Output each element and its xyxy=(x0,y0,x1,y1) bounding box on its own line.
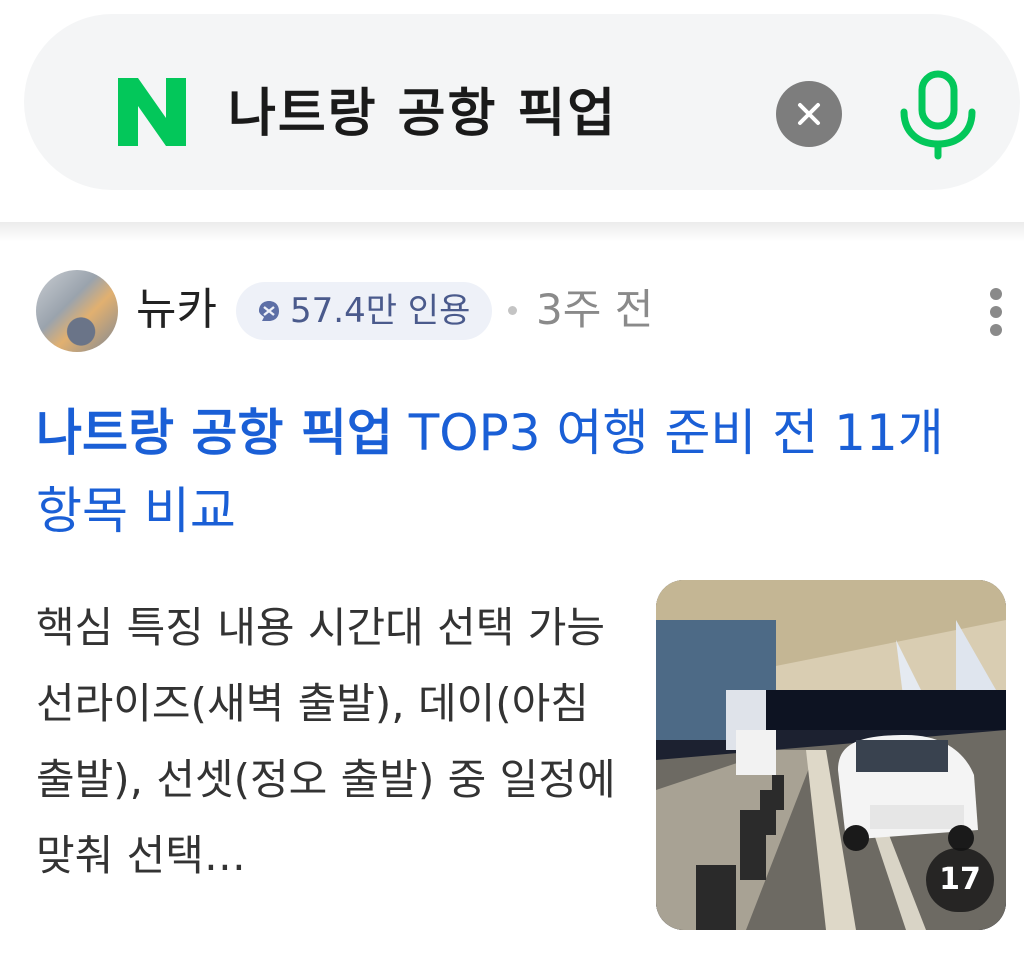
clear-search-button[interactable] xyxy=(776,81,842,147)
voice-search-button[interactable] xyxy=(896,70,980,160)
search-header: 나트랑 공항 픽업 xyxy=(0,0,1024,222)
post-title-link[interactable]: 나트랑 공항 픽업 TOP3 여행 준비 전 11개 항목 비교 xyxy=(36,394,976,550)
title-highlight: 나트랑 공항 픽업 xyxy=(36,404,393,462)
post-time: 3주 전 xyxy=(536,285,654,334)
search-bar[interactable]: 나트랑 공항 픽업 xyxy=(24,14,1020,190)
avatar[interactable] xyxy=(36,270,118,352)
image-count-badge: 17 xyxy=(926,848,994,912)
more-vertical-icon xyxy=(990,288,1002,300)
citation-count: 57.4만 인용 xyxy=(290,291,471,331)
header-divider xyxy=(0,222,1024,242)
author-row: 뉴카 57.4만 인용 3주 전 xyxy=(36,270,1002,352)
post-description[interactable]: 핵심 특징 내용 시간대 선택 가능 선라이즈(새벽 출발), 데이(아침 출발… xyxy=(36,590,616,894)
close-icon xyxy=(798,103,820,125)
microphone-icon xyxy=(900,70,976,160)
search-input[interactable]: 나트랑 공항 픽업 xyxy=(228,76,617,152)
author-name[interactable]: 뉴카 xyxy=(136,282,217,338)
quote-icon xyxy=(259,301,279,321)
citation-badge[interactable]: 57.4만 인용 xyxy=(236,282,492,340)
separator-dot xyxy=(508,306,517,315)
naver-logo[interactable] xyxy=(114,76,190,148)
more-options-button[interactable] xyxy=(984,284,1008,340)
